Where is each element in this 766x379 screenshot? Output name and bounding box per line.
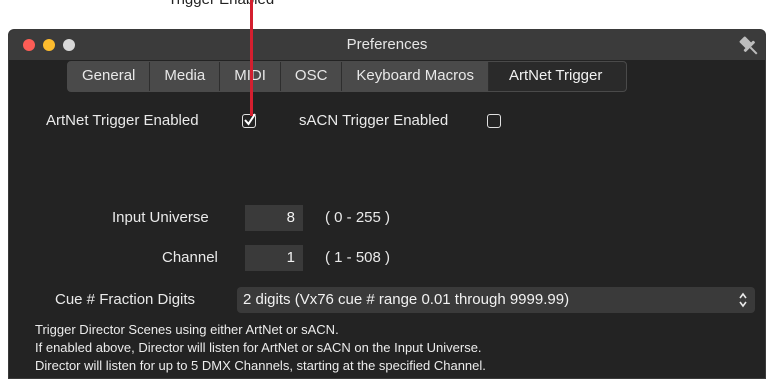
window-title: Preferences (346, 36, 428, 53)
help-text-line: Director will listen for up to 5 DMX Cha… (35, 358, 486, 373)
tab-general[interactable]: General (68, 62, 151, 91)
artnet-trigger-panel: ArtNet Trigger Enabled sACN Trigger Enab… (9, 90, 765, 378)
input-universe-field[interactable]: 8 (245, 205, 303, 231)
callout-label: Trigger Enabled (168, 0, 274, 8)
cue-fraction-digits-value: 2 digits (Vx76 cue # range 0.01 through … (243, 291, 570, 308)
channel-range: ( 1 - 508 ) (325, 249, 391, 266)
preferences-window: Preferences General Media MIDI OSC Keybo… (8, 29, 766, 379)
artnet-trigger-enabled-checkbox[interactable] (242, 113, 256, 128)
title-bar[interactable]: Preferences (9, 30, 765, 60)
sacn-trigger-enabled-label: sACN Trigger Enabled (299, 112, 449, 129)
artnet-trigger-enabled-label: ArtNet Trigger Enabled (46, 112, 199, 129)
pin-icon[interactable] (735, 32, 763, 60)
preferences-tabs: General Media MIDI OSC Keyboard Macros A… (67, 61, 628, 92)
channel-label: Channel (162, 249, 218, 266)
tab-media[interactable]: Media (150, 62, 221, 91)
help-text-line: Trigger Director Scenes using either Art… (35, 322, 339, 337)
tab-artnet-trigger[interactable]: ArtNet Trigger (488, 62, 627, 91)
tab-osc[interactable]: OSC (281, 62, 343, 91)
tab-keyboard-macros[interactable]: Keyboard Macros (342, 62, 489, 91)
input-universe-range: ( 0 - 255 ) (325, 209, 391, 226)
sacn-trigger-enabled-checkbox[interactable] (487, 114, 501, 128)
channel-field[interactable]: 1 (245, 245, 303, 271)
cue-fraction-digits-label: Cue # Fraction Digits (55, 291, 196, 308)
help-text-line: If enabled above, Director will listen f… (35, 340, 482, 355)
callout-line (250, 0, 253, 116)
cue-fraction-digits-select[interactable]: 2 digits (Vx76 cue # range 0.01 through … (237, 287, 755, 313)
input-universe-label: Input Universe (112, 209, 209, 226)
select-arrows-icon (739, 292, 747, 308)
